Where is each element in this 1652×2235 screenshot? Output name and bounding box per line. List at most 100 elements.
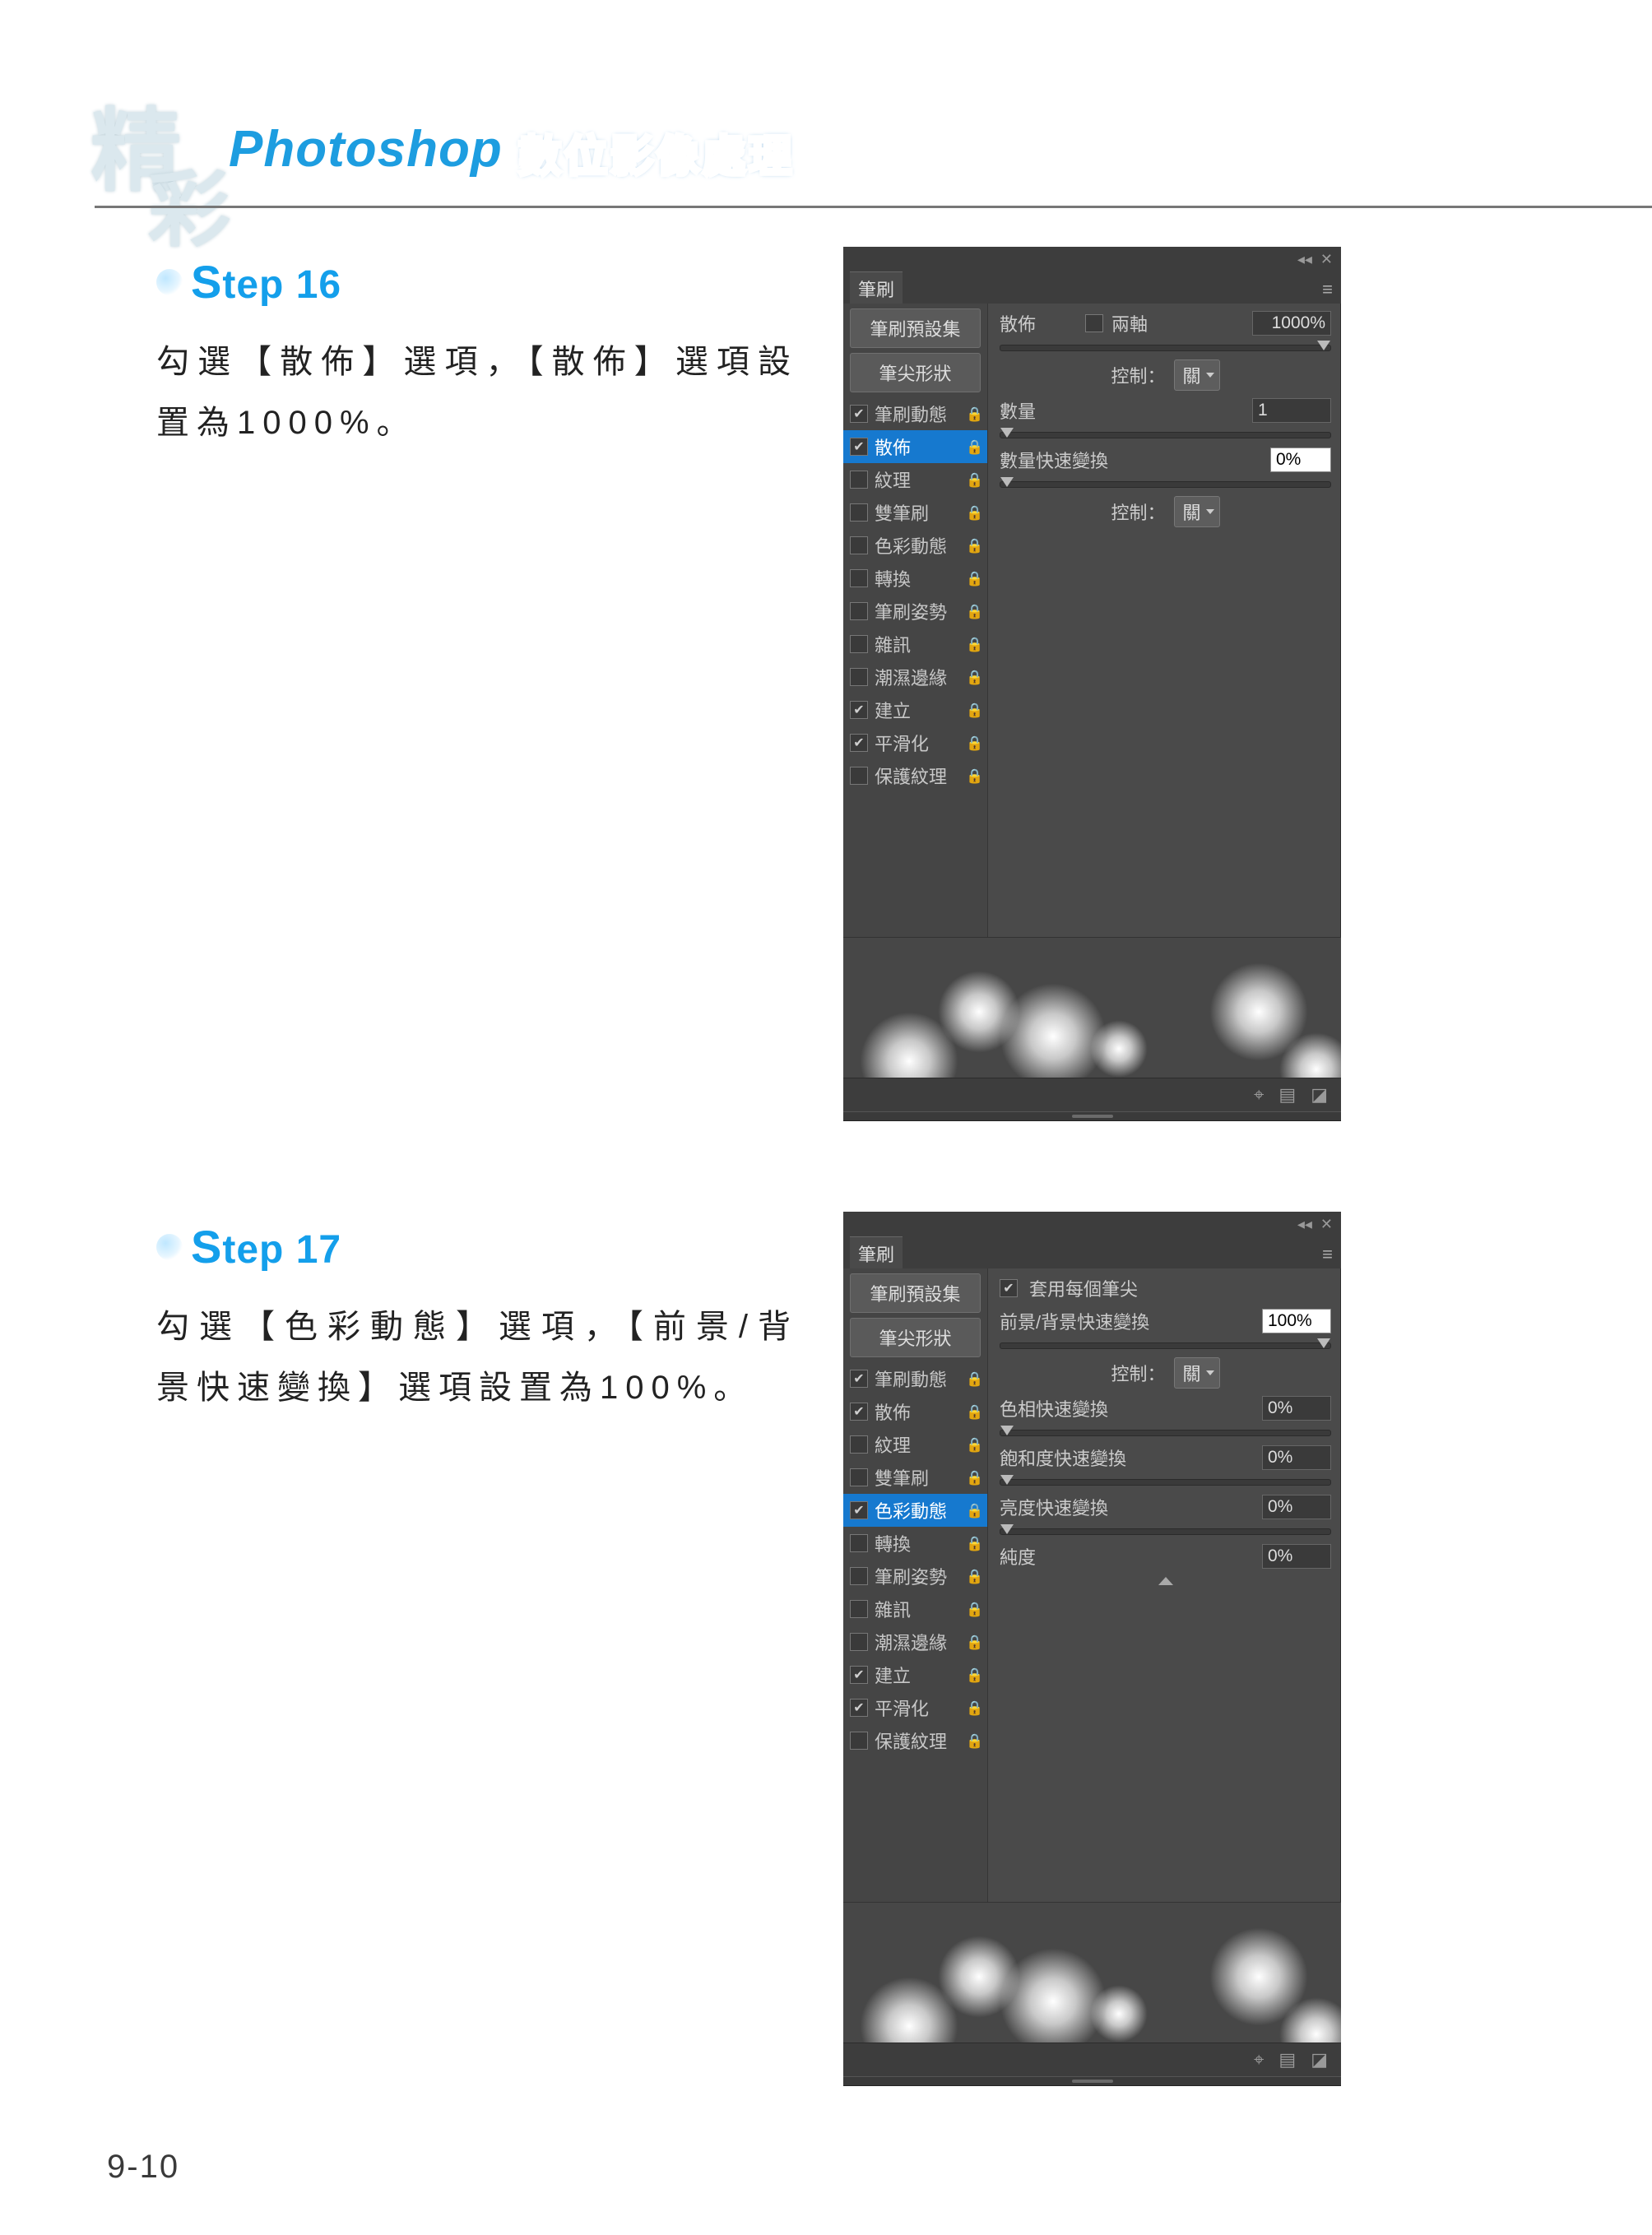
hue-slider[interactable] [1000, 1430, 1331, 1436]
sidebar-item[interactable]: 筆刷姿勢🔒 [843, 595, 987, 628]
sidebar-item[interactable]: 潮濕邊緣🔒 [843, 661, 987, 693]
checkbox-icon[interactable] [850, 668, 868, 686]
both-axes-checkbox[interactable] [1085, 314, 1103, 332]
lock-icon[interactable]: 🔒 [966, 1733, 981, 1748]
sidebar-item[interactable]: ✔筆刷動態🔒 [843, 1362, 987, 1395]
lock-icon[interactable]: 🔒 [966, 637, 981, 651]
fgbg-slider[interactable] [1000, 1342, 1331, 1349]
lock-icon[interactable]: 🔒 [966, 439, 981, 454]
lock-icon[interactable]: 🔒 [966, 1569, 981, 1584]
bri-slider[interactable] [1000, 1528, 1331, 1535]
lock-icon[interactable]: 🔒 [966, 1437, 981, 1452]
sidebar-item[interactable]: 雙筆刷🔒 [843, 496, 987, 529]
lock-icon[interactable]: 🔒 [966, 768, 981, 783]
checkbox-icon[interactable] [850, 635, 868, 653]
checkbox-icon[interactable]: ✔ [850, 1370, 868, 1388]
checkbox-icon[interactable] [850, 471, 868, 489]
toggle-preview-icon[interactable]: ⌖ [1254, 1084, 1264, 1106]
lock-icon[interactable]: 🔒 [966, 1700, 981, 1715]
checkbox-icon[interactable]: ✔ [850, 1666, 868, 1684]
checkbox-icon[interactable]: ✔ [850, 734, 868, 752]
sat-slider[interactable] [1000, 1479, 1331, 1486]
checkbox-icon[interactable] [850, 1633, 868, 1651]
sidebar-item[interactable]: 紋理🔒 [843, 463, 987, 496]
lock-icon[interactable]: 🔒 [966, 1470, 981, 1485]
purity-field[interactable]: 0% [1262, 1544, 1331, 1569]
checkbox-icon[interactable] [850, 1435, 868, 1454]
panel-resize-handle[interactable] [843, 1111, 1341, 1121]
lock-icon[interactable]: 🔒 [966, 1536, 981, 1551]
brush-tip-shape-button[interactable]: 筆尖形狀 [850, 353, 981, 392]
checkbox-icon[interactable]: ✔ [850, 438, 868, 456]
checkbox-icon[interactable] [850, 1468, 868, 1486]
lock-icon[interactable]: 🔒 [966, 670, 981, 684]
lock-icon[interactable]: 🔒 [966, 1667, 981, 1682]
brush-tip-shape-button[interactable]: 筆尖形狀 [850, 1318, 981, 1357]
sidebar-item[interactable]: ✔筆刷動態🔒 [843, 397, 987, 430]
collapse-icon[interactable]: ◂◂ [1297, 1216, 1312, 1233]
sidebar-item[interactable]: 保護紋理🔒 [843, 759, 987, 792]
lock-icon[interactable]: 🔒 [966, 1404, 981, 1419]
brush-presets-button[interactable]: 筆刷預設集 [850, 1273, 981, 1313]
lock-icon[interactable]: 🔒 [966, 1602, 981, 1616]
fgbg-field[interactable]: 100% [1262, 1309, 1331, 1333]
sidebar-item[interactable]: ✔建立🔒 [843, 693, 987, 726]
checkbox-icon[interactable]: ✔ [850, 1403, 868, 1421]
sidebar-item[interactable]: ✔散佈🔒 [843, 1395, 987, 1428]
sidebar-item[interactable]: 雙筆刷🔒 [843, 1461, 987, 1494]
lock-icon[interactable]: 🔒 [966, 604, 981, 619]
sidebar-item[interactable]: 轉換🔒 [843, 1527, 987, 1560]
apply-per-tip-checkbox[interactable]: ✔ [1000, 1279, 1018, 1297]
scatter-slider[interactable] [1000, 345, 1331, 351]
checkbox-icon[interactable] [850, 767, 868, 785]
panel-menu-icon[interactable]: ≡ [1314, 1240, 1341, 1268]
toggle-preview-icon[interactable]: ⌖ [1254, 2049, 1264, 2070]
checkbox-icon[interactable] [850, 602, 868, 620]
bri-field[interactable]: 0% [1262, 1495, 1331, 1519]
lock-icon[interactable]: 🔒 [966, 702, 981, 717]
panel-titlebar[interactable]: ◂◂ ✕ [843, 1212, 1341, 1236]
sidebar-item[interactable]: ✔色彩動態🔒 [843, 1494, 987, 1527]
checkbox-icon[interactable]: ✔ [850, 1501, 868, 1519]
purity-slider[interactable] [1000, 1576, 1331, 1586]
lock-icon[interactable]: 🔒 [966, 505, 981, 520]
sidebar-item[interactable]: 紋理🔒 [843, 1428, 987, 1461]
panel-resize-handle[interactable] [843, 2076, 1341, 2086]
checkbox-icon[interactable]: ✔ [850, 405, 868, 423]
hue-field[interactable]: 0% [1262, 1396, 1331, 1421]
checkbox-icon[interactable] [850, 1732, 868, 1750]
brush-presets-button[interactable]: 筆刷預設集 [850, 308, 981, 348]
sidebar-item[interactable]: 轉換🔒 [843, 562, 987, 595]
control2-dropdown[interactable]: 關 [1174, 496, 1220, 527]
sidebar-item[interactable]: ✔平滑化🔒 [843, 1691, 987, 1724]
control-dropdown[interactable]: 關 [1174, 359, 1220, 391]
checkbox-icon[interactable] [850, 1534, 868, 1552]
sidebar-item[interactable]: 潮濕邊緣🔒 [843, 1625, 987, 1658]
lock-icon[interactable]: 🔒 [966, 1371, 981, 1386]
page-icon[interactable]: ◪ [1311, 1084, 1328, 1106]
page-icon[interactable]: ◪ [1311, 2049, 1328, 2070]
sidebar-item[interactable]: ✔建立🔒 [843, 1658, 987, 1691]
sidebar-item[interactable]: 筆刷姿勢🔒 [843, 1560, 987, 1593]
checkbox-icon[interactable] [850, 569, 868, 587]
sidebar-item[interactable]: ✔散佈🔒 [843, 430, 987, 463]
lock-icon[interactable]: 🔒 [966, 735, 981, 750]
count-slider[interactable] [1000, 432, 1331, 438]
lock-icon[interactable]: 🔒 [966, 1635, 981, 1649]
brush-tab[interactable]: 筆刷 [850, 1236, 903, 1268]
sat-field[interactable]: 0% [1262, 1445, 1331, 1470]
panel-titlebar[interactable]: ◂◂ ✕ [843, 247, 1341, 271]
sidebar-item[interactable]: 保護紋理🔒 [843, 1724, 987, 1757]
sidebar-item[interactable]: ✔平滑化🔒 [843, 726, 987, 759]
count-field[interactable]: 1 [1252, 398, 1331, 423]
checkbox-icon[interactable] [850, 503, 868, 522]
sidebar-item[interactable]: 雜訊🔒 [843, 628, 987, 661]
lock-icon[interactable]: 🔒 [966, 472, 981, 487]
checkbox-icon[interactable]: ✔ [850, 1699, 868, 1717]
panel-menu-icon[interactable]: ≡ [1314, 276, 1341, 304]
checkbox-icon[interactable] [850, 1600, 868, 1618]
brush-tab[interactable]: 筆刷 [850, 271, 903, 304]
new-doc-icon[interactable]: ▤ [1278, 1084, 1296, 1106]
lock-icon[interactable]: 🔒 [966, 571, 981, 586]
count-jitter-field[interactable]: 0% [1270, 447, 1331, 472]
